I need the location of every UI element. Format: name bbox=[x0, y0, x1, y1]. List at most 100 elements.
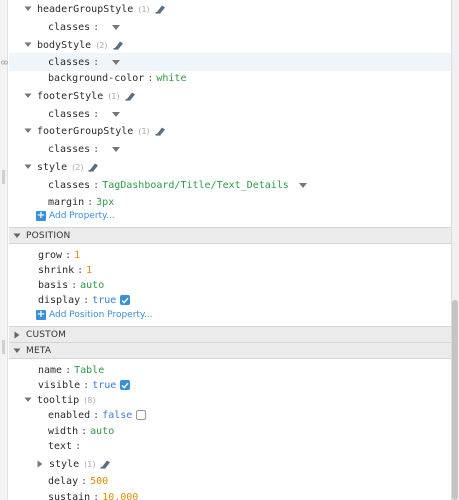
binding-icon[interactable] bbox=[88, 162, 99, 172]
add-property-label: Add Property... bbox=[49, 211, 115, 221]
colon: : bbox=[83, 379, 90, 391]
colon: : bbox=[87, 196, 94, 208]
dropdown-arrow-icon[interactable] bbox=[112, 111, 121, 117]
prop-body-style[interactable]: bodyStyle (2) bbox=[9, 36, 451, 54]
prop-key: headerGroupStyle bbox=[37, 3, 134, 15]
add-position-property-row[interactable]: + Add Position Property... bbox=[9, 306, 451, 324]
dropdown-arrow-icon[interactable] bbox=[112, 146, 121, 152]
prop-count: (8) bbox=[84, 395, 96, 405]
binding-icon[interactable] bbox=[125, 91, 136, 101]
prop-footer-style[interactable]: footerStyle (1) bbox=[9, 87, 451, 105]
prop-value[interactable]: false bbox=[102, 410, 132, 421]
section-title: META bbox=[26, 345, 52, 356]
plus-icon: + bbox=[36, 210, 46, 221]
chevron-down-icon[interactable] bbox=[23, 395, 33, 405]
prop-key: style bbox=[37, 161, 68, 173]
chevron-down-icon[interactable] bbox=[23, 40, 33, 50]
dropdown-arrow-icon[interactable] bbox=[298, 182, 307, 188]
prop-value[interactable]: 1 bbox=[74, 250, 80, 261]
prop-count: (1) bbox=[84, 459, 96, 469]
section-custom[interactable]: CUSTOM bbox=[9, 326, 451, 343]
prop-key: text bbox=[48, 440, 73, 452]
visible-checkbox[interactable] bbox=[120, 380, 131, 390]
prop-key: sustain bbox=[48, 491, 91, 500]
gutter-marker bbox=[2, 340, 5, 354]
prop-key: classes bbox=[48, 21, 91, 33]
section-meta[interactable]: META bbox=[9, 342, 451, 359]
section-title: CUSTOM bbox=[26, 329, 67, 340]
colon: : bbox=[93, 179, 100, 191]
dropdown-arrow-icon[interactable] bbox=[112, 24, 121, 30]
chevron-down-icon[interactable] bbox=[12, 346, 22, 356]
colon: : bbox=[83, 294, 90, 306]
prop-key: enabled bbox=[48, 409, 91, 421]
prop-key: style bbox=[49, 458, 80, 470]
chevron-down-icon[interactable] bbox=[23, 91, 33, 101]
add-property-row[interactable]: + Add Property... bbox=[9, 207, 451, 225]
chevron-down-icon[interactable] bbox=[23, 4, 33, 14]
colon: : bbox=[71, 279, 78, 291]
colon: : bbox=[65, 249, 72, 261]
section-title: POSITION bbox=[26, 230, 71, 241]
prop-key: bodyStyle bbox=[37, 39, 92, 51]
prop-style-classes[interactable]: classes : TagDashboard/Title/Text_Detail… bbox=[9, 176, 451, 194]
prop-value[interactable]: TagDashboard/Title/Text_Details bbox=[102, 180, 289, 191]
prop-header-group-classes[interactable]: classes : bbox=[9, 18, 451, 36]
chevron-right-icon[interactable] bbox=[12, 330, 22, 340]
prop-key: display bbox=[38, 294, 81, 306]
section-position[interactable]: POSITION bbox=[9, 227, 451, 244]
enabled-checkbox[interactable] bbox=[136, 410, 147, 420]
prop-value[interactable]: auto bbox=[80, 280, 104, 291]
prop-footer-classes[interactable]: classes : bbox=[9, 105, 451, 123]
prop-key: background-color bbox=[48, 72, 145, 84]
colon: : bbox=[93, 491, 100, 500]
prop-key: delay bbox=[48, 475, 79, 487]
prop-tooltip-sustain[interactable]: sustain : 10,000 bbox=[9, 488, 451, 500]
binding-icon[interactable] bbox=[155, 126, 166, 136]
left-gutter bbox=[0, 0, 8, 500]
prop-value[interactable]: 10,000 bbox=[102, 492, 138, 500]
prop-body-background-color[interactable]: background-color : white bbox=[9, 69, 451, 87]
chevron-down-icon[interactable] bbox=[23, 126, 33, 136]
prop-key: visible bbox=[38, 379, 81, 391]
prop-key: width bbox=[48, 425, 79, 437]
prop-tooltip-text[interactable]: text : bbox=[9, 437, 451, 455]
binding-icon[interactable] bbox=[100, 459, 111, 469]
prop-key: footerStyle bbox=[37, 90, 104, 102]
prop-key: grow bbox=[38, 249, 63, 261]
prop-key: margin bbox=[48, 196, 85, 208]
chevron-down-icon[interactable] bbox=[23, 162, 33, 172]
colon: : bbox=[75, 440, 82, 452]
prop-key: classes bbox=[48, 108, 91, 120]
prop-value[interactable]: 3px bbox=[96, 197, 114, 208]
prop-value[interactable]: white bbox=[156, 73, 186, 84]
colon: : bbox=[81, 425, 88, 437]
link-icon[interactable] bbox=[0, 58, 9, 69]
add-property-button[interactable]: + Add Property... bbox=[36, 211, 115, 221]
prop-value[interactable]: true bbox=[92, 295, 116, 306]
colon: : bbox=[147, 72, 154, 84]
gutter-marker bbox=[2, 170, 5, 184]
colon: : bbox=[65, 364, 72, 376]
prop-tooltip-style[interactable]: style (1) bbox=[9, 455, 451, 473]
prop-header-group-style[interactable]: headerGroupStyle (1) bbox=[9, 0, 451, 18]
prop-value[interactable]: 500 bbox=[90, 476, 108, 487]
scrollbar-thumb[interactable] bbox=[452, 300, 458, 500]
add-position-property-button[interactable]: + Add Position Property... bbox=[36, 310, 153, 320]
dropdown-arrow-icon[interactable] bbox=[112, 59, 121, 65]
prop-count: (1) bbox=[138, 126, 150, 136]
prop-footer-group-classes[interactable]: classes : bbox=[9, 140, 451, 158]
chevron-right-icon[interactable] bbox=[35, 459, 45, 469]
prop-key: basis bbox=[38, 279, 69, 291]
prop-key: footerGroupStyle bbox=[37, 125, 134, 137]
prop-style[interactable]: style (2) bbox=[9, 158, 451, 176]
display-checkbox[interactable] bbox=[120, 295, 131, 305]
chevron-down-icon[interactable] bbox=[12, 231, 22, 241]
prop-value[interactable]: true bbox=[92, 380, 116, 391]
binding-icon[interactable] bbox=[155, 4, 166, 14]
binding-icon[interactable] bbox=[113, 40, 124, 50]
prop-value[interactable]: 1 bbox=[86, 265, 92, 276]
prop-footer-group-style[interactable]: footerGroupStyle (1) bbox=[9, 122, 451, 140]
prop-value[interactable]: Table bbox=[74, 365, 104, 376]
prop-value[interactable]: auto bbox=[90, 426, 114, 437]
